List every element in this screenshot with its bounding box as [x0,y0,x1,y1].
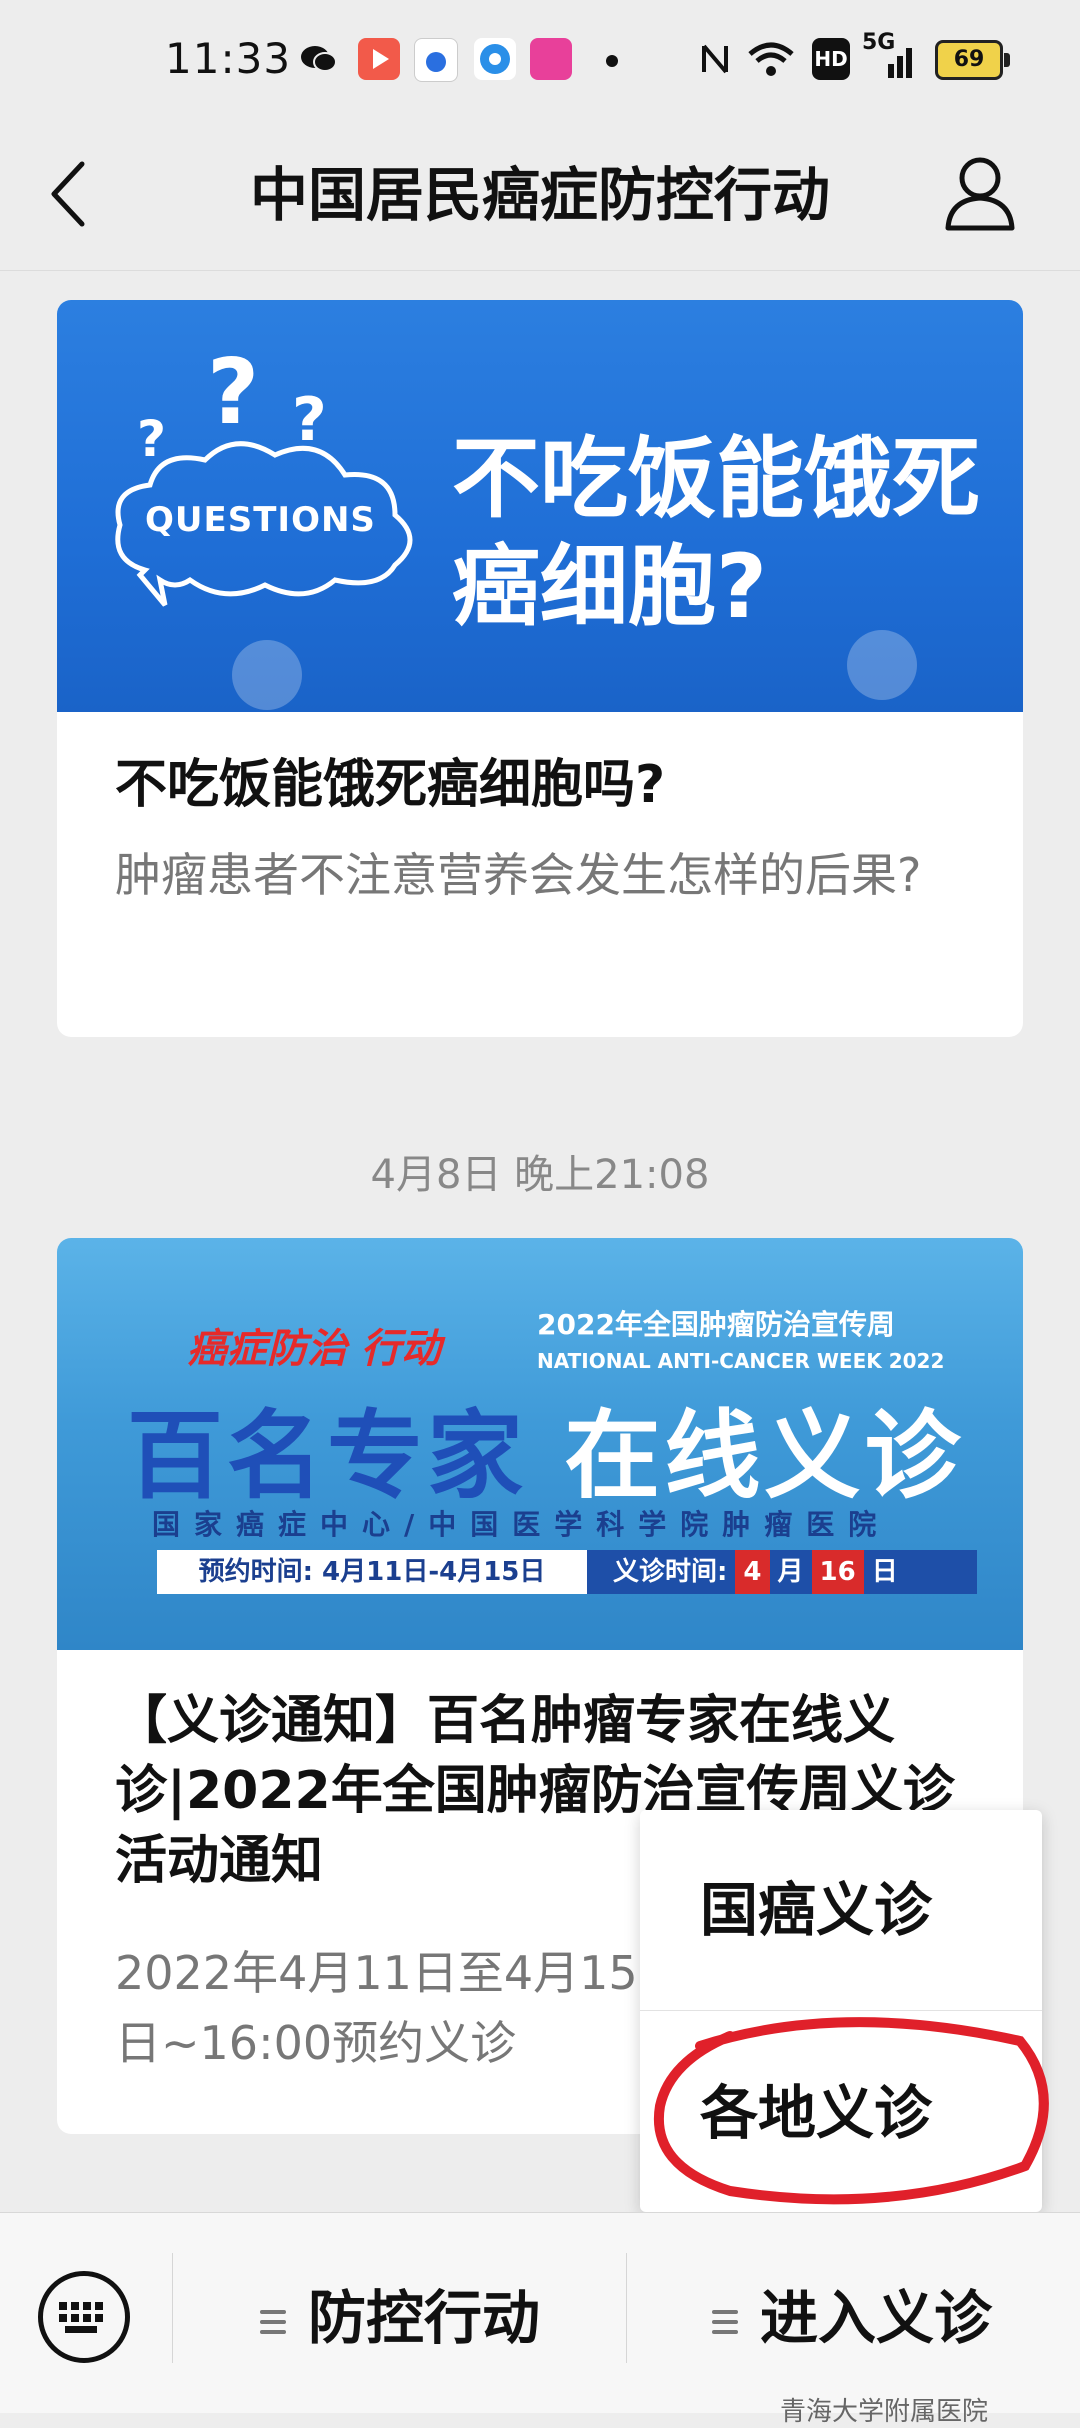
banner-heading: 百名专家 在线义诊 [127,1378,964,1517]
banner-heading-left: 百名专家 [127,1400,527,1512]
question-mark-icon: ? [207,340,260,445]
menu-button-clinic[interactable]: 进入义诊 [712,2273,992,2363]
question-mark-icon: ? [137,410,167,468]
page-title: 中国居民癌症防控行动 [249,161,830,229]
nfc-icon [694,38,736,80]
article-title: 不吃饭能饿死癌细胞吗? [115,755,666,815]
campaign-week-cn: 2022年全国肿瘤防治宣传周 [537,1308,895,1341]
article-subtitle: 肿瘤患者不注意营养会发生怎样的后果? [115,848,922,902]
campaign-logo: 癌症防治 行动 [187,1326,441,1372]
banner-schedule-bar: 预约时间: 4月11日-4月15日 义诊时间: 4 月 16 日 [107,1550,977,1594]
clinic-date-label: 义诊时间: [613,1557,728,1587]
campaign-week-en: NATIONAL ANTI-CANCER WEEK 2022 [537,1349,945,1373]
banner-heading-right: 在线义诊 [564,1400,965,1512]
video-app-icon [358,38,400,80]
article-card[interactable]: QUESTIONS ? ? ? 不吃饭能饿死 癌细胞? 不吃饭能饿死癌细胞吗? … [57,300,1023,1037]
watermark: 青海大学附属医院 [780,2397,989,2427]
wifi-icon [746,38,796,80]
questions-label: QUESTIONS [145,500,376,540]
virus-icon [232,640,302,710]
question-mark-icon: ? [292,385,327,455]
menu-item-national-clinic[interactable]: 国癌义诊 [640,1815,1042,2005]
user-icon[interactable] [940,148,1020,238]
battery-icon: 69 [935,40,1010,80]
banner-organization: 国家癌症中心/中国医学科学院肿瘤医院 [152,1508,891,1541]
booking-period: 预约时间: 4月11日-4月15日 [157,1550,587,1594]
baidu-icon [414,38,458,82]
wechat-icon [298,38,340,80]
clinic-day-unit: 日 [871,1557,898,1587]
menu-button-label: 防控行动 [308,2284,541,2352]
header: 中国居民癌症防控行动 [0,120,1080,271]
clinic-month: 4 [735,1550,770,1594]
clinic-date: 义诊时间: 4 月 16 日 [587,1550,977,1594]
keyboard-icon[interactable] [38,2271,130,2363]
article-banner: QUESTIONS ? ? ? 不吃饭能饿死 癌细胞? [57,300,1023,712]
status-bar: 11:33 HD 5G 69 [0,0,1080,120]
menu-lines-icon [712,2304,738,2340]
campaign-week: 2022年全国肿瘤防治宣传周 NATIONAL ANTI-CANCER WEEK… [537,1308,944,1378]
shopping-app-icon [530,38,572,80]
article-banner: 癌症防治 行动 2022年全国肿瘤防治宣传周 NATIONAL ANTI-CAN… [57,1238,1023,1650]
highlight-circle [653,2017,1049,2205]
status-time: 11:33 [165,34,292,83]
banner-heading-line2: 癌细胞? [452,535,768,638]
clinic-day: 16 [811,1550,864,1594]
article-subtitle: 2022年4月11日至4月15日~16:00预约义诊 [115,1946,638,2070]
banner-heading: 不吃饭能饿死 癌细胞? [452,425,980,641]
banner-heading-line1: 不吃饭能饿死 [452,427,981,530]
message-timestamp: 4月8日 晚上21:08 [370,1152,710,1198]
signal-icon [870,38,920,80]
menu-button-prevention[interactable]: 防控行动 [260,2273,540,2363]
browser-icon [474,38,516,80]
hd-icon: HD [812,38,850,80]
clinic-month-unit: 月 [777,1557,804,1587]
menu-lines-icon [260,2304,286,2340]
bottom-menu-bar: 防控行动 进入义诊 青海大学附属医院 [0,2212,1080,2427]
menu-button-label: 进入义诊 [760,2284,993,2352]
dot-icon [606,55,618,67]
divider [172,2253,173,2363]
divider [626,2253,627,2363]
